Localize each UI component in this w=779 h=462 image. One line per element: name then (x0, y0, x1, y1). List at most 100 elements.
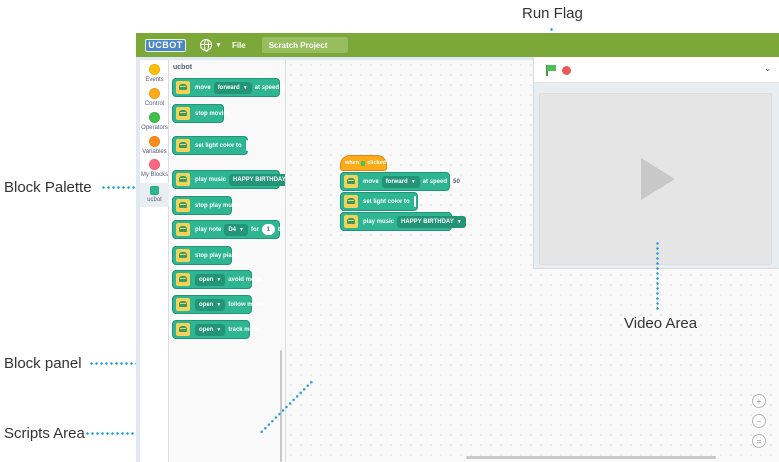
scripts-horizontal-scrollbar[interactable] (466, 456, 716, 459)
beats-input[interactable]: 1 (261, 224, 275, 235)
caret-down-icon: ▼ (216, 326, 222, 333)
color-picker[interactable] (245, 140, 248, 151)
globe-icon (200, 39, 212, 52)
block-text: play note (195, 226, 222, 233)
song-dropdown[interactable]: HAPPY BIRTHDAY▼ (397, 215, 466, 228)
page: Run Flag Block Palette Block panel Scrip… (0, 0, 779, 462)
ucbot-icon (176, 298, 190, 311)
block-text: stop play piano (195, 252, 240, 259)
green-flag-icon (361, 160, 366, 166)
category-label: Events (145, 77, 164, 83)
project-title-input[interactable]: Scratch Project (261, 37, 348, 53)
block-panel-label: Block panel (4, 355, 82, 372)
avoid-mode-block[interactable]: open ▼ avoid mode (172, 270, 262, 289)
dropdown-value: forward (217, 84, 240, 91)
ucbot-icon (176, 107, 190, 120)
my-blocks-category-icon (149, 159, 160, 170)
state-dropdown[interactable]: open ▼ (195, 273, 226, 286)
ucbot-icon (176, 199, 190, 212)
zoom-reset-button[interactable]: = (752, 434, 766, 448)
category-ucbot[interactable]: ucbot (140, 183, 169, 207)
ucbot-icon (176, 273, 190, 286)
direction-dropdown[interactable]: forward ▼ (213, 81, 252, 94)
language-button[interactable]: ▼ (200, 39, 222, 52)
block-text: avoid mode (228, 276, 262, 283)
color-picker[interactable] (413, 196, 416, 207)
video-area-label: Video Area (624, 315, 698, 332)
category-control[interactable]: Control (140, 88, 169, 107)
video-area[interactable] (539, 93, 772, 265)
ucbot-icon (344, 175, 358, 188)
block-text: at speed (422, 178, 447, 185)
block-text: for (250, 226, 259, 233)
block-text: stop moving (195, 110, 231, 117)
green-flag-icon (547, 65, 556, 71)
block-palette-label: Block Palette (4, 179, 92, 196)
track-mode-block[interactable]: open ▼ track mode (172, 320, 260, 339)
stop-play-piano-block[interactable]: stop play piano (172, 246, 239, 265)
dropdown-value: open (199, 301, 214, 308)
when-flag-clicked-block[interactable]: when clicked (340, 155, 387, 171)
category-menu: Events Control Operators Variables My Bl… (140, 60, 169, 462)
category-my-blocks[interactable]: My Blocks (140, 159, 169, 178)
direction-dropdown[interactable]: forward ▼ (381, 175, 420, 188)
zoom-reset-icon: = (756, 436, 762, 446)
script-move-block[interactable]: move forward ▼ at speed 50 (340, 172, 463, 191)
zoom-in-icon: + (756, 396, 762, 406)
note-dropdown[interactable]: D4 ▼ (224, 223, 248, 236)
ucbot-icon (344, 215, 358, 228)
app-window: UCBOT ▼ File Scratch Project Events Cont… (136, 33, 779, 462)
palette-scrollbar[interactable] (280, 350, 282, 462)
block-text: set light color to (195, 142, 242, 149)
dropdown-value: open (199, 326, 214, 333)
category-label: ucbot (147, 197, 162, 203)
workspace: Events Control Operators Variables My Bl… (136, 57, 779, 462)
follow-mode-block[interactable]: open ▼ follow mode (172, 295, 263, 314)
song-dropdown[interactable]: HAPPY BIRTHDAY▼ (229, 173, 286, 186)
block-text: when (345, 160, 360, 166)
zoom-in-button[interactable]: + (752, 394, 766, 408)
category-label: Control (144, 101, 165, 107)
dropdown-value: HAPPY BIRTHDAY (233, 176, 286, 183)
ucbot-icon (176, 81, 190, 94)
block-text: stop play music (195, 202, 241, 209)
block-text: at speed (254, 84, 279, 91)
block-text: play music (195, 176, 227, 183)
play-icon[interactable] (641, 158, 675, 200)
state-dropdown[interactable]: open ▼ (195, 298, 226, 311)
ucbot-category-icon (150, 186, 159, 195)
stop-button[interactable] (562, 66, 571, 75)
script-play-music-block[interactable]: play music HAPPY BIRTHDAY ▼ (340, 212, 466, 231)
menu-bar: UCBOT ▼ File Scratch Project (136, 33, 779, 57)
block-text: track mode (228, 326, 261, 333)
play-note-block[interactable]: play note D4▼ for 1 beats (172, 220, 285, 239)
state-dropdown[interactable]: open ▼ (195, 323, 226, 336)
caret-down-icon: ▼ (239, 226, 244, 233)
chevron-down-icon[interactable]: ⌄ (764, 63, 772, 74)
category-label: My Blocks (140, 172, 169, 178)
play-music-block[interactable]: play music HAPPY BIRTHDAY▼ (172, 170, 285, 189)
stop-play-music-block[interactable]: stop play music (172, 196, 240, 215)
script-set-light-block[interactable]: set light color to (340, 192, 418, 211)
ucbot-icon (176, 139, 190, 152)
set-light-color-block[interactable]: set light color to (172, 136, 248, 155)
block-text: follow mode (228, 301, 264, 308)
category-events[interactable]: Events (140, 64, 169, 83)
speed-input[interactable]: 50 (450, 176, 463, 187)
stop-moving-block[interactable]: stop moving (172, 104, 231, 123)
ucbot-icon (176, 323, 190, 336)
run-flag-label: Run Flag (522, 5, 583, 22)
category-label: Operators (141, 125, 168, 131)
block-text: set light color to (363, 198, 410, 205)
run-flag-button[interactable] (546, 65, 557, 76)
category-operators[interactable]: Operators (140, 112, 169, 131)
control-category-icon (149, 88, 160, 99)
caret-down-icon: ▼ (456, 218, 462, 225)
zoom-out-button[interactable]: − (752, 414, 766, 428)
file-menu[interactable]: File (232, 41, 246, 50)
category-variables[interactable]: Variables (140, 136, 169, 155)
ucbot-logo: UCBOT (145, 38, 186, 52)
zoom-out-icon: − (756, 416, 762, 426)
move-block[interactable]: move forward▼ at speed 50 (172, 78, 285, 97)
block-text: move (195, 84, 211, 91)
